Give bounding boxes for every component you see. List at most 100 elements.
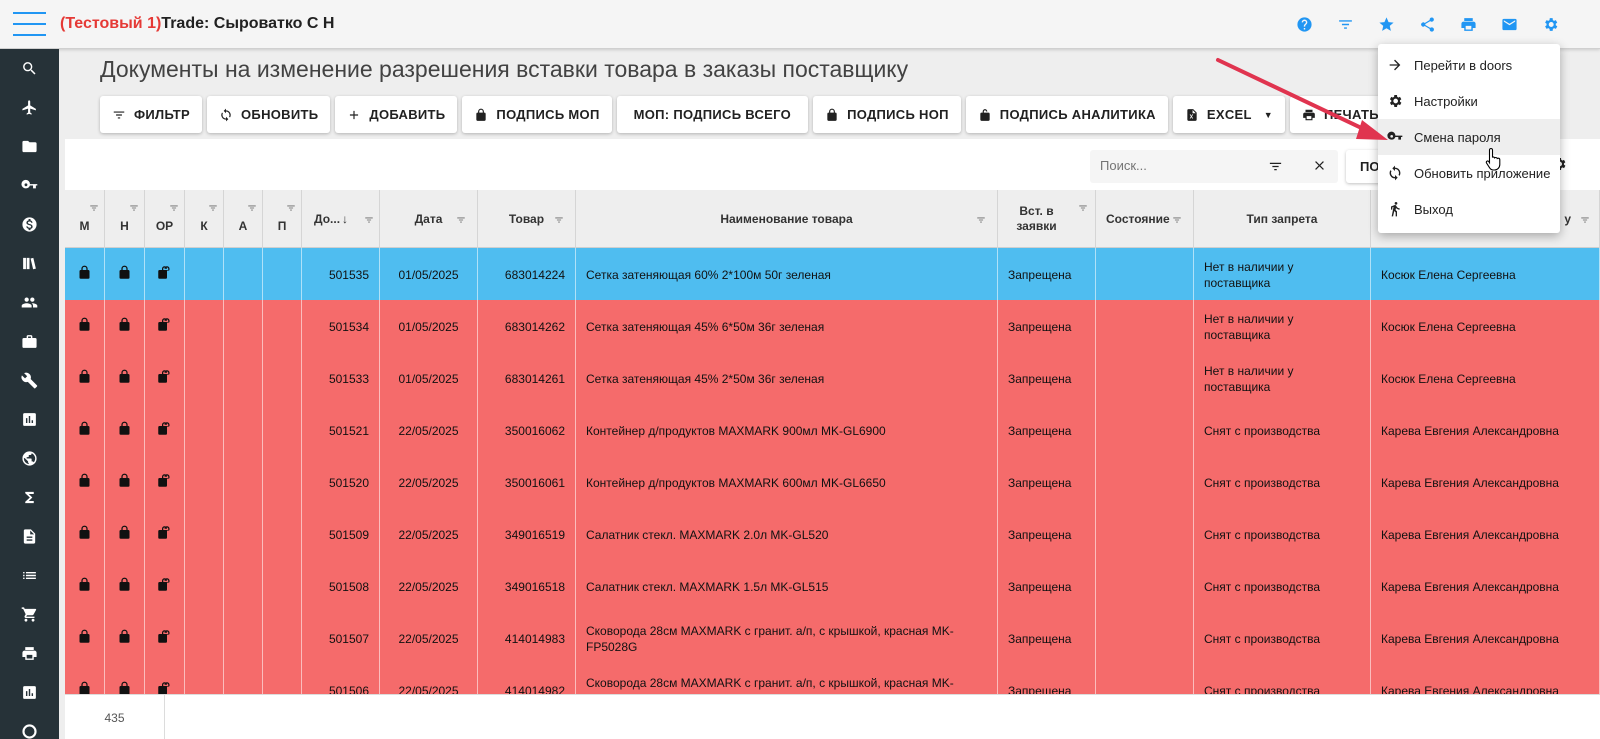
lock-icon[interactable] xyxy=(117,421,132,440)
table-row[interactable]: 501534 01/05/2025 683014262 Сетка затеняюща… xyxy=(65,300,1600,353)
filter-icon[interactable] xyxy=(1335,14,1355,34)
column-filter-icon[interactable] xyxy=(168,202,180,212)
column-filter-icon[interactable] xyxy=(553,214,565,224)
filter-button[interactable]: ФИЛЬТР xyxy=(100,96,203,133)
lock-icon[interactable] xyxy=(117,369,132,388)
lock-icon[interactable] xyxy=(117,681,132,694)
dollar-icon[interactable] xyxy=(0,205,59,244)
cart-icon[interactable] xyxy=(0,595,59,634)
lock-open-icon[interactable] xyxy=(157,317,172,336)
lock-icon[interactable] xyxy=(77,577,92,596)
menu-item-change-password[interactable]: Смена пароля xyxy=(1378,119,1560,155)
excel-button[interactable]: EXCEL ▼ xyxy=(1172,96,1285,133)
menu-toggle-icon[interactable] xyxy=(13,12,46,37)
menu-item-update-app[interactable]: Обновить приложение xyxy=(1378,155,1560,191)
mail-icon[interactable] xyxy=(1499,14,1519,34)
column-filter-icon[interactable] xyxy=(1077,202,1089,212)
table-row[interactable]: 501508 22/05/2025 349016518 Салатник стекл.… xyxy=(65,560,1600,613)
lock-icon[interactable] xyxy=(77,629,92,648)
column-filter-icon[interactable] xyxy=(975,214,987,224)
column-filter-icon[interactable] xyxy=(455,214,467,224)
table-row[interactable]: 501521 22/05/2025 350016062 Контейнер д/про… xyxy=(65,404,1600,457)
column-header-date[interactable]: Дата xyxy=(380,190,478,248)
lock-open-icon[interactable] xyxy=(157,369,172,388)
search-input[interactable] xyxy=(1100,158,1260,173)
sign-nop-button[interactable]: ПОДПИСЬ НОП xyxy=(813,96,961,133)
column-filter-icon[interactable] xyxy=(1171,214,1183,224)
column-filter-icon[interactable] xyxy=(285,202,297,212)
lock-icon[interactable] xyxy=(117,629,132,648)
folder-icon[interactable] xyxy=(0,127,59,166)
column-header-ban-type[interactable]: Тип запрета xyxy=(1194,190,1371,248)
lock-icon[interactable] xyxy=(77,317,92,336)
column-filter-icon[interactable] xyxy=(128,202,140,212)
column-header-op[interactable]: ОР xyxy=(145,190,185,248)
table-row[interactable]: 501509 22/05/2025 349016519 Салатник стекл.… xyxy=(65,508,1600,561)
lock-open-icon[interactable] xyxy=(157,629,172,648)
menu-item-go-to-doors[interactable]: Перейти в doors xyxy=(1378,47,1560,83)
lock-open-icon[interactable] xyxy=(157,577,172,596)
sigma-icon[interactable] xyxy=(0,478,59,517)
key-icon[interactable] xyxy=(0,166,59,205)
list-icon[interactable] xyxy=(0,556,59,595)
lock-icon[interactable] xyxy=(77,525,92,544)
document-icon[interactable] xyxy=(0,517,59,556)
lock-icon[interactable] xyxy=(77,369,92,388)
table-row[interactable]: 501506 22/05/2025 414014982 Сковорода 28см … xyxy=(65,664,1600,694)
chart-icon[interactable] xyxy=(0,400,59,439)
menu-item-settings[interactable]: Настройки xyxy=(1378,83,1560,119)
lock-open-icon[interactable] xyxy=(157,525,172,544)
lock-open-icon[interactable] xyxy=(157,473,172,492)
lock-icon[interactable] xyxy=(117,473,132,492)
print-icon[interactable] xyxy=(1458,14,1478,34)
lock-icon[interactable] xyxy=(117,577,132,596)
chart-icon[interactable] xyxy=(0,673,59,712)
people-icon[interactable] xyxy=(0,283,59,322)
column-header-k[interactable]: К xyxy=(185,190,224,248)
gear-icon[interactable] xyxy=(1540,14,1560,34)
lock-open-icon[interactable] xyxy=(157,421,172,440)
column-header-n[interactable]: Н xyxy=(105,190,145,248)
lock-icon[interactable] xyxy=(77,473,92,492)
lock-icon[interactable] xyxy=(77,681,92,694)
lock-icon[interactable] xyxy=(117,525,132,544)
search-icon[interactable] xyxy=(0,49,59,88)
lock-open-icon[interactable] xyxy=(157,265,172,284)
globe-icon[interactable] xyxy=(0,439,59,478)
column-header-state[interactable]: Состояние xyxy=(1096,190,1194,248)
briefcase-icon[interactable] xyxy=(0,322,59,361)
mop-sign-all-button[interactable]: МОП: ПОДПИСЬ ВСЕГО xyxy=(616,96,809,133)
search-filter-icon[interactable] xyxy=(1268,159,1284,175)
lock-icon[interactable] xyxy=(77,421,92,440)
table-row[interactable]: 501533 01/05/2025 683014261 Сетка затеняюща… xyxy=(65,352,1600,405)
column-filter-icon[interactable] xyxy=(207,202,219,212)
column-filter-icon[interactable] xyxy=(363,214,375,224)
sign-analytics-button[interactable]: ПОДПИСЬ АНАЛИТИКА xyxy=(965,96,1168,133)
column-header-item[interactable]: Товар xyxy=(478,190,576,248)
column-header-name[interactable]: Наименование товара xyxy=(576,190,998,248)
print-icon[interactable] xyxy=(0,634,59,673)
column-filter-icon[interactable] xyxy=(246,202,258,212)
table-row[interactable]: 501507 22/05/2025 414014983 Сковорода 28см … xyxy=(65,612,1600,665)
column-header-a[interactable]: А xyxy=(224,190,263,248)
help-icon[interactable] xyxy=(1294,14,1314,34)
lock-icon[interactable] xyxy=(117,265,132,284)
sign-mop-button[interactable]: ПОДПИСЬ МОП xyxy=(462,96,612,133)
share-icon[interactable] xyxy=(1417,14,1437,34)
airplane-icon[interactable] xyxy=(0,88,59,127)
column-header-m[interactable]: М xyxy=(65,190,105,248)
column-header-p[interactable]: П xyxy=(263,190,302,248)
menu-item-logout[interactable]: Выход xyxy=(1378,191,1560,227)
add-button[interactable]: ДОБАВИТЬ xyxy=(335,96,458,133)
lock-icon[interactable] xyxy=(77,265,92,284)
clear-search-icon[interactable] xyxy=(1312,158,1328,174)
column-header-doc[interactable]: До... ↓ xyxy=(302,190,380,248)
column-filter-icon[interactable] xyxy=(88,202,100,212)
star-icon[interactable] xyxy=(1376,14,1396,34)
table-row[interactable]: 501520 22/05/2025 350016061 Контейнер д/про… xyxy=(65,456,1600,509)
column-header-insert[interactable]: Вст. в заявки xyxy=(998,190,1096,248)
library-icon[interactable] xyxy=(0,244,59,283)
wrench-icon[interactable] xyxy=(0,361,59,400)
lock-icon[interactable] xyxy=(117,317,132,336)
lock-open-icon[interactable] xyxy=(157,681,172,694)
